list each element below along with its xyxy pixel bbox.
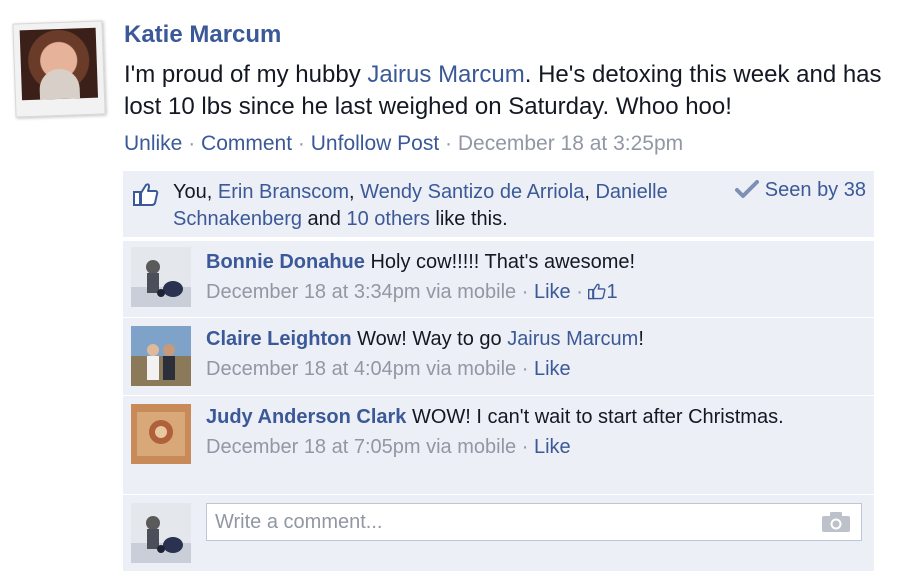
seen-by-link[interactable]: Seen by 38 [734,179,866,202]
comment-body: Claire Leighton Wow! Way to go Jairus Ma… [206,326,806,382]
post-message: I'm proud of my hubby Jairus Marcum. He'… [124,59,908,123]
others-link[interactable]: 10 others [346,208,429,230]
comment-text: Holy cow!!!!! That's awesome! [364,251,636,273]
thumbs-up-icon [133,183,159,206]
comment-author[interactable]: Claire Leighton [206,328,352,350]
likes-comma: , [349,181,361,203]
comment-item: Claire Leighton Wow! Way to go Jairus Ma… [123,317,874,395]
likes-suffix: like this. [429,208,508,230]
author-photo-image [19,27,99,101]
comment-meta: December 18 at 3:34pm via mobile · Like … [206,279,806,305]
liker-link[interactable]: Wendy Santizo de Arriola [360,181,584,203]
comment-meta: December 18 at 7:05pm via mobile · Like [206,434,806,460]
camera-icon[interactable] [821,511,851,533]
likes-sentence: You, Erin Branscom, Wendy Santizo de Arr… [173,179,673,233]
post-actions-bar: Unlike · Comment · Unfollow Post · Decem… [124,132,683,156]
comment-item: Judy Anderson Clark WOW! I can't wait to… [123,395,874,494]
commenter-avatar[interactable] [131,326,191,386]
comment-text-before: Wow! Way to go [351,328,508,350]
comment-timestamp[interactable]: December 18 at 7:05pm via mobile [206,436,516,458]
post-timestamp[interactable]: December 18 at 3:25pm [458,132,683,155]
comment-link[interactable]: Comment [201,132,292,155]
likes-you: You, [173,181,218,203]
current-user-avatar [131,503,191,563]
separator: · [297,132,305,155]
comment-input-placeholder: Write a comment... [215,511,383,533]
seen-by-count: Seen by 38 [764,179,866,201]
comment-body: Judy Anderson Clark WOW! I can't wait to… [206,404,806,460]
separator: · [521,281,529,303]
liker-link[interactable]: Erin Branscom [218,181,349,203]
likes-comma: , [584,181,596,203]
comment-timestamp[interactable]: December 18 at 3:34pm via mobile [206,281,516,303]
separator: · [188,132,196,155]
separator: · [576,281,583,303]
comment-author[interactable]: Bonnie Donahue [206,251,365,273]
tagged-user-link[interactable]: Jairus Marcum [507,328,638,350]
comment-like-link[interactable]: Like [534,281,571,303]
comment-like-link[interactable]: Like [534,436,571,458]
thumbs-up-icon [588,283,606,300]
likes-summary: You, Erin Branscom, Wendy Santizo de Arr… [123,171,874,237]
separator: · [521,436,529,458]
author-profile-photo[interactable] [12,20,106,118]
comment-item: Bonnie Donahue Holy cow!!!!! That's awes… [123,240,874,317]
commenter-avatar[interactable] [131,404,191,464]
comment-like-link[interactable]: Like [534,358,571,380]
likes-and: and [301,208,347,230]
comment-author[interactable]: Judy Anderson Clark [206,406,406,428]
comment-like-count[interactable]: 1 [588,281,618,303]
comment-timestamp[interactable]: December 18 at 4:04pm via mobile [206,358,516,380]
checkmark-icon [734,180,759,198]
comment-input[interactable]: Write a comment... [206,503,862,541]
comment-meta: December 18 at 4:04pm via mobile · Like [206,356,806,382]
comment-text: WOW! I can't wait to start after Christm… [406,406,784,428]
like-count-number: 1 [606,281,618,303]
commenter-avatar[interactable] [131,247,191,307]
separator: · [445,132,452,155]
comment-body: Bonnie Donahue Holy cow!!!!! That's awes… [206,249,806,305]
write-comment-area: Write a comment... [123,494,874,571]
tagged-user-link[interactable]: Jairus Marcum [367,61,524,88]
post-author-name[interactable]: Katie Marcum [124,21,281,49]
post-text-before: I'm proud of my hubby [124,61,368,88]
unlike-link[interactable]: Unlike [124,132,182,155]
comment-text-after: ! [638,328,644,350]
unfollow-post-link[interactable]: Unfollow Post [311,132,439,155]
separator: · [521,358,529,380]
